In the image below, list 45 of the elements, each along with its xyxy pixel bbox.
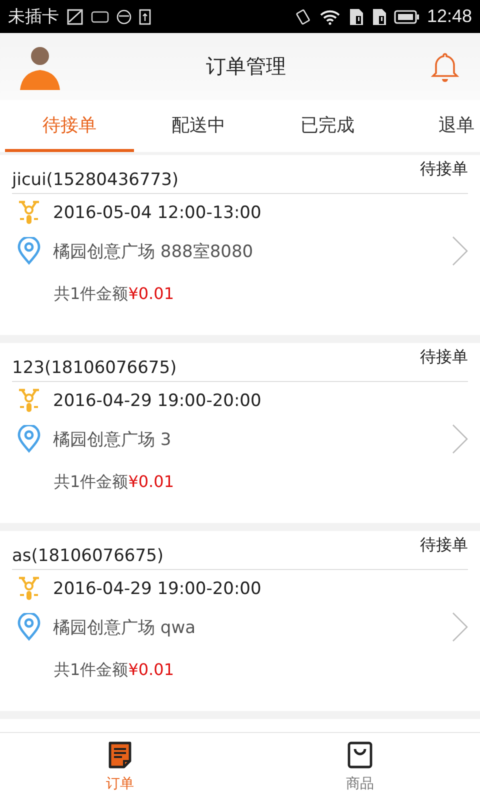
clock-text: 12:48 [426, 6, 472, 27]
battery-icon [394, 10, 420, 24]
sim-icon [348, 8, 364, 26]
tab[interactable]: 退单 [392, 100, 480, 152]
address-text: 橘园创意广场 3 [53, 428, 172, 450]
location-pin-icon [17, 613, 41, 641]
shopping-bag-icon [347, 740, 373, 768]
scooter-icon [17, 199, 41, 227]
carrier-text: 未插卡 [8, 6, 59, 28]
order-total: 共1件金额¥0.01 [53, 471, 175, 493]
bell-icon[interactable] [430, 50, 460, 82]
order-total: 共1件金额¥0.01 [53, 659, 175, 681]
delivery-time: 2016-04-29 19:00-20:00 [53, 391, 262, 411]
vibrate-icon [294, 8, 312, 26]
tab[interactable]: 配送中 [134, 100, 263, 152]
customer-text: jicui(15280436773) [12, 170, 179, 192]
notification-icon [91, 10, 109, 24]
address-text: 橘园创意广场 888室8080 [53, 240, 254, 262]
delivery-time: 2016-04-29 19:00-20:00 [53, 579, 262, 599]
customer-text: as(18106076675) [12, 546, 164, 568]
upload-icon [139, 8, 151, 24]
delivery-time: 2016-05-04 12:00-13:00 [53, 203, 262, 223]
chevron-right-icon[interactable] [452, 236, 468, 266]
location-pin-icon [17, 237, 41, 265]
status-text: 待接单 [420, 534, 468, 556]
page-title: 订单管理 [206, 53, 286, 80]
tab[interactable]: 已完成 [263, 100, 392, 152]
order-card[interactable]: as(18106076675) 待接单 2016-04-29 19:00-20:00 橘园创意广场 qwa 共1件金额¥0.01 [0, 531, 480, 711]
order-card[interactable]: jicui(15280436773) 待接单 2016-05-04 12:00-13:00 橘园创意广场 888室8080 共1件金额¥0.01 [0, 155, 480, 335]
location-pin-icon [17, 425, 41, 453]
sim-icon [370, 8, 387, 26]
chevron-right-icon[interactable] [452, 424, 468, 454]
customer-text: 123(18106076675) [12, 358, 177, 380]
image-icon [66, 8, 84, 26]
status-text: 待接单 [420, 158, 468, 180]
order-card[interactable]: 123(18106076675) 待接单 2016-04-29 19:00-20:00 橘园创意广场 3 共1件金额¥0.01 [0, 343, 480, 523]
status-text: 待接单 [420, 346, 468, 368]
nav-item[interactable]: 商品 [240, 733, 480, 800]
chevron-right-icon[interactable] [452, 612, 468, 642]
scooter-icon [17, 575, 41, 603]
wifi-icon [318, 8, 341, 24]
document-icon [107, 740, 133, 768]
address-text: 橘园创意广场 qwa [53, 616, 196, 638]
order-total: 共1件金额¥0.01 [53, 283, 175, 305]
scooter-icon [17, 387, 41, 415]
